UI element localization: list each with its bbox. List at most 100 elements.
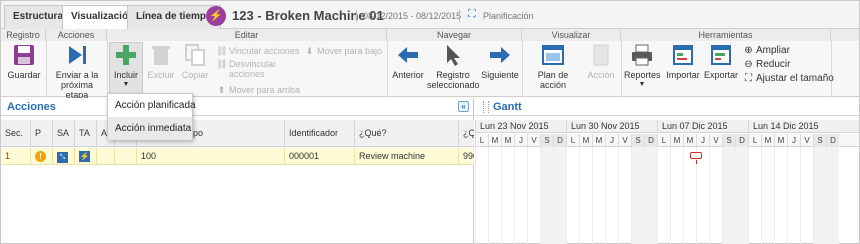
cell-sa: ⤡ <box>53 148 75 165</box>
column-header-ta[interactable]: TA <box>75 120 97 147</box>
link-actions-button[interactable]: ⛓ Vincular acciones <box>216 46 299 56</box>
arrow-left-icon <box>396 43 420 67</box>
gantt-day-column <box>566 147 579 244</box>
export-icon <box>709 43 733 67</box>
cell-what: Review machine <box>355 148 459 165</box>
gantt-day-column <box>527 147 540 244</box>
planning-icon[interactable]: ⛶ <box>468 9 479 20</box>
gantt-week-label: Lun 14 Dic 2015 <box>748 120 839 133</box>
save-button[interactable]: Guardar <box>7 43 41 80</box>
gantt-day-label: V <box>618 134 631 147</box>
move-up-button[interactable]: ⬆ Mover para arriba <box>216 85 300 95</box>
seq-value: 1 <box>5 151 11 161</box>
collapse-icon[interactable]: « <box>458 101 469 112</box>
gantt-day-column <box>657 147 670 244</box>
send-label-line2: próxima etapa <box>60 80 93 100</box>
gantt-day-label: V <box>527 134 540 147</box>
link-actions-label: Vincular acciones <box>229 46 300 56</box>
menu-item-immediate-action[interactable]: Acción inmediata <box>108 117 192 140</box>
group-separator <box>522 41 523 97</box>
zoom-out-button[interactable]: ⊖ Reducir <box>743 60 790 70</box>
fit-size-button[interactable]: ⛶ Ajustar el tamaño <box>743 74 834 84</box>
action-button[interactable]: Acción <box>585 43 617 80</box>
gantt-day-label: S <box>631 134 644 147</box>
action-record-icon: ⚡ <box>206 6 226 26</box>
cell-progress: 100 <box>137 148 285 165</box>
fit-size-label: Ajustar el tamaño <box>756 73 834 84</box>
gantt-day-column <box>514 147 527 244</box>
today-marker <box>690 152 702 159</box>
group-header-acciones: Acciones <box>46 29 107 41</box>
reports-button[interactable]: Reportes ▼ <box>624 43 661 90</box>
window-icon <box>541 43 565 67</box>
send-next-stage-button[interactable]: Enviar a la próxima etapa <box>50 43 104 100</box>
send-label-line1: Enviar a la <box>55 70 99 80</box>
copy-button[interactable]: Copiar <box>179 43 211 80</box>
gantt-title-label: Gantt <box>493 101 522 113</box>
next-label: Siguiente <box>481 70 519 80</box>
gantt-day-column <box>475 147 488 244</box>
fit-size-icon: ⛶ <box>745 73 752 84</box>
save-icon <box>12 43 36 67</box>
column-header-what[interactable]: ¿Qué? <box>355 120 459 147</box>
include-button[interactable]: Incluir ▼ <box>109 43 143 90</box>
document-icon <box>589 43 613 67</box>
zoom-in-label: Ampliar <box>756 45 790 56</box>
gantt-day-column <box>761 147 774 244</box>
unlink-actions-button[interactable]: ⛓ Desvincular <box>216 59 276 69</box>
selected-record-button[interactable]: Registro seleccionado <box>427 43 480 90</box>
import-button[interactable]: Importar <box>665 43 701 80</box>
move-down-button[interactable]: ⬇ Mover para bajo <box>304 46 382 56</box>
export-button[interactable]: Exportar <box>704 43 738 80</box>
gantt-day-label: M <box>683 134 696 147</box>
gantt-day-label: D <box>644 134 657 147</box>
gantt-day-label: M <box>501 134 514 147</box>
chevron-down-icon: ▼ <box>122 81 130 88</box>
gantt-day-column <box>813 147 826 244</box>
planning-label[interactable]: Planificación <box>483 11 534 21</box>
import-icon <box>671 43 695 67</box>
gantt-day-label: L <box>475 134 488 147</box>
arrow-right-icon <box>488 43 512 67</box>
gantt-day-label: M <box>488 134 501 147</box>
unlink-label-line2: acciones <box>229 69 265 79</box>
play-next-icon <box>65 43 89 67</box>
separator <box>459 10 460 22</box>
delete-label: Excluir <box>147 70 175 80</box>
cursor-icon <box>441 43 465 67</box>
column-header-sa[interactable]: SA <box>53 120 75 147</box>
group-header-visualizar: Visualizar <box>522 29 621 41</box>
group-separator <box>621 41 622 97</box>
gantt-day-label: D <box>826 134 839 147</box>
next-button[interactable]: Siguiente <box>481 43 519 80</box>
table-row[interactable]: 1 ! ⤡ ⚡ 100 000001 Review machine 990 <box>1 148 474 165</box>
gantt-day-label: J <box>605 134 618 147</box>
zoom-in-icon: ⊕ <box>744 45 753 56</box>
menu-item-planned-action[interactable]: Acción planificada <box>108 94 196 117</box>
cell-priority: ! <box>31 148 53 165</box>
column-header-progress-label: po <box>193 128 204 138</box>
action-plan-label: Plan de acción <box>537 70 569 90</box>
gantt-day-label: S <box>722 134 735 147</box>
gantt-day-label: D <box>553 134 566 147</box>
drag-handle-icon[interactable] <box>483 101 489 114</box>
save-label: Guardar <box>7 70 41 80</box>
include-label: Incluir <box>113 70 138 80</box>
unlink-icon: ⛓ <box>216 59 228 69</box>
group-header-navegar: Navegar <box>387 29 522 41</box>
column-header-seq[interactable]: Sec. <box>1 120 31 147</box>
record-dates: 08/12/2015 - 08/12/2015 <box>363 11 462 21</box>
group-header-herramientas: Herramientas <box>621 29 831 41</box>
column-header-what-2[interactable]: ¿Qu <box>459 120 474 147</box>
top-bar: Estructura Visualización Línea de tiempo… <box>1 1 859 30</box>
previous-button[interactable]: Anterior <box>391 43 425 80</box>
group-header-empty <box>831 29 859 41</box>
action-plan-button[interactable]: Plan de acción <box>525 43 581 90</box>
zoom-in-button[interactable]: ⊕ Ampliar <box>743 46 790 56</box>
column-header-identifier[interactable]: Identificador <box>285 120 355 147</box>
delete-button[interactable]: Excluir <box>145 43 177 80</box>
gantt-day-column <box>540 147 553 244</box>
column-header-p[interactable]: P <box>31 120 53 147</box>
group-separator <box>831 41 832 97</box>
gantt-week-label: Lun 30 Nov 2015 <box>566 120 657 133</box>
